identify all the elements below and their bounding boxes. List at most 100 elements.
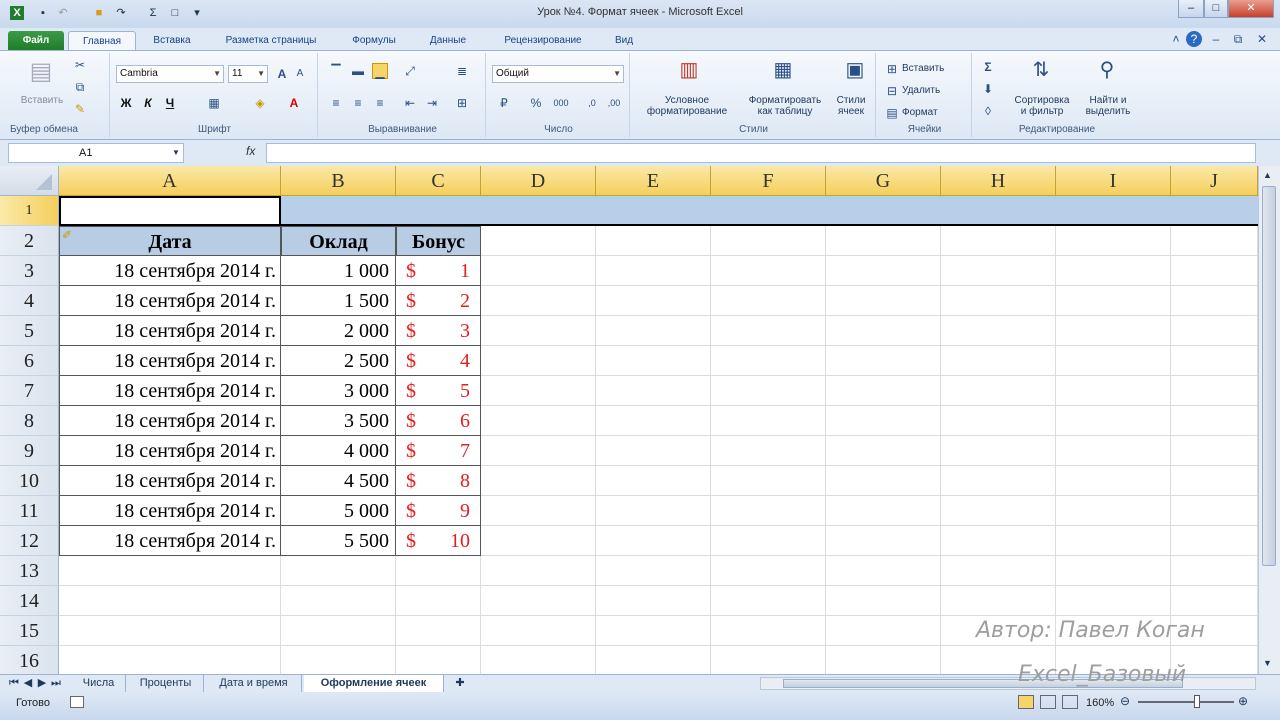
column-header-g[interactable]: G bbox=[826, 166, 941, 196]
row-header-9[interactable]: 9 bbox=[0, 436, 59, 466]
tab-page-layout[interactable]: Разметка страницы bbox=[210, 31, 332, 50]
prev-sheet-icon[interactable]: ◀ bbox=[22, 675, 34, 692]
cell-bonus[interactable]: $10 bbox=[396, 526, 481, 556]
format-cells-button[interactable]: Формат bbox=[902, 107, 938, 118]
currency-format-icon[interactable]: ₽ bbox=[496, 95, 512, 111]
column-header-i[interactable]: I bbox=[1056, 166, 1171, 196]
bold-button[interactable]: Ж bbox=[118, 95, 134, 111]
grow-font-icon[interactable]: A bbox=[274, 66, 290, 82]
column-header-e[interactable]: E bbox=[596, 166, 711, 196]
copy-icon[interactable]: ⧉ bbox=[72, 79, 88, 95]
row-header-2[interactable]: 2 bbox=[0, 226, 59, 256]
maximize-button[interactable]: □ bbox=[1204, 0, 1228, 18]
cut-icon[interactable]: ✂ bbox=[72, 57, 88, 73]
zoom-slider[interactable] bbox=[1138, 701, 1234, 703]
ribbon-collapse-icon[interactable]: ˄ bbox=[1168, 31, 1184, 47]
italic-button[interactable]: К bbox=[140, 95, 156, 111]
zoom-out-icon[interactable]: ⊖ bbox=[1120, 694, 1130, 708]
page-layout-view-icon[interactable] bbox=[1040, 695, 1056, 709]
page-break-view-icon[interactable] bbox=[1062, 695, 1078, 709]
conditional-formatting-button[interactable]: Условное форматирование bbox=[632, 95, 742, 117]
scroll-thumb[interactable] bbox=[1262, 186, 1276, 566]
thousands-button[interactable]: 000 bbox=[550, 95, 572, 111]
cell-styles-icon[interactable]: ▣ bbox=[842, 57, 868, 83]
cell-salary[interactable]: 4 500 bbox=[281, 466, 396, 496]
merge-center-icon[interactable]: ⊞ bbox=[454, 95, 470, 111]
row-header-16[interactable]: 16 bbox=[0, 646, 59, 674]
sort-filter-icon[interactable]: ⇅ bbox=[1028, 57, 1054, 83]
cell-salary[interactable]: 5 000 bbox=[281, 496, 396, 526]
sheet-tab-numbers[interactable]: Числа bbox=[72, 675, 126, 692]
worksheet-grid[interactable]: ABCDEFGHIJ 1 2 3 4 5 6 7 8 9 10 11 12 13 14 15 16 Дата О… bbox=[0, 166, 1258, 674]
sheet-tab-percents[interactable]: Проценты bbox=[128, 675, 204, 692]
align-bottom-icon[interactable]: ▁ bbox=[372, 63, 388, 79]
cell-date[interactable]: 18 сентября 2014 г. bbox=[59, 436, 281, 466]
row-header-7[interactable]: 7 bbox=[0, 376, 59, 406]
row-header-13[interactable]: 13 bbox=[0, 556, 59, 586]
sheet-tab-date-time[interactable]: Дата и время bbox=[206, 675, 302, 692]
insert-cells-button[interactable]: Вставить bbox=[902, 63, 944, 74]
autosum-icon[interactable]: Σ bbox=[980, 59, 996, 75]
increase-indent-icon[interactable]: ⇥ bbox=[424, 95, 440, 111]
cell-salary[interactable]: 2 500 bbox=[281, 346, 396, 376]
cell-bonus[interactable]: $3 bbox=[396, 316, 481, 346]
normal-view-icon[interactable] bbox=[1018, 695, 1034, 709]
font-name-combo[interactable]: Cambria ▼ bbox=[116, 65, 224, 83]
cell-bonus[interactable]: $6 bbox=[396, 406, 481, 436]
row-header-14[interactable]: 14 bbox=[0, 586, 59, 616]
align-middle-icon[interactable]: ▬ bbox=[350, 63, 366, 79]
tab-home[interactable]: Главная bbox=[68, 31, 136, 50]
close-button[interactable]: ✕ bbox=[1228, 0, 1274, 18]
name-box[interactable]: A1 bbox=[8, 143, 184, 163]
cell-styles-button[interactable]: Стили ячеек bbox=[828, 95, 874, 117]
cell-date[interactable]: 18 сентября 2014 г. bbox=[59, 346, 281, 376]
table-header-date[interactable]: Дата bbox=[59, 226, 281, 256]
scroll-down-icon[interactable]: ▼ bbox=[1263, 658, 1272, 668]
row-header-15[interactable]: 15 bbox=[0, 616, 59, 646]
cell-date[interactable]: 18 сентября 2014 г. bbox=[59, 286, 281, 316]
conditional-formatting-icon[interactable]: ▥ bbox=[676, 57, 702, 83]
window-restore-icon[interactable]: ⧉ bbox=[1230, 31, 1246, 47]
align-center-icon[interactable]: ≡ bbox=[350, 95, 366, 111]
number-format-combo[interactable]: Общий ▼ bbox=[492, 65, 624, 83]
cell-bonus[interactable]: $7 bbox=[396, 436, 481, 466]
window-close-icon[interactable]: ✕ bbox=[1254, 31, 1270, 47]
last-sheet-icon[interactable]: ⏭ bbox=[50, 675, 62, 692]
wrap-text-icon[interactable]: ≣ bbox=[454, 63, 470, 79]
column-header-b[interactable]: B bbox=[281, 166, 396, 196]
tab-formulas[interactable]: Формулы bbox=[342, 31, 406, 50]
paste-button[interactable]: Вставить bbox=[14, 95, 70, 106]
fill-icon[interactable]: ⬇ bbox=[980, 81, 996, 97]
table-header-salary[interactable]: Оклад bbox=[281, 226, 396, 256]
tab-data[interactable]: Данные bbox=[418, 31, 478, 50]
table-header-bonus[interactable]: Бонус bbox=[396, 226, 481, 256]
row-header-11[interactable]: 11 bbox=[0, 496, 59, 526]
cell-bonus[interactable]: $9 bbox=[396, 496, 481, 526]
percent-button[interactable]: % bbox=[528, 95, 544, 111]
window-minimize-icon[interactable]: – bbox=[1208, 31, 1224, 47]
zoom-in-icon[interactable]: ⊕ bbox=[1238, 694, 1248, 708]
name-box-dropdown-icon[interactable]: ▼ bbox=[172, 148, 180, 157]
align-top-icon[interactable]: ▔ bbox=[328, 63, 344, 79]
shrink-font-icon[interactable]: A bbox=[292, 66, 308, 82]
cell-date[interactable]: 18 сентября 2014 г. bbox=[59, 496, 281, 526]
scroll-up-icon[interactable]: ▲ bbox=[1263, 170, 1272, 180]
active-cell-a1[interactable] bbox=[59, 196, 281, 226]
fill-color-icon[interactable]: ◈ bbox=[252, 95, 268, 111]
vertical-scrollbar[interactable]: ▲ ▼ bbox=[1258, 166, 1280, 674]
cell-bonus[interactable]: $2 bbox=[396, 286, 481, 316]
row-header-6[interactable]: 6 bbox=[0, 346, 59, 376]
smart-tag-icon[interactable]: ✐ bbox=[62, 228, 72, 242]
zoom-slider-thumb[interactable] bbox=[1194, 695, 1200, 708]
minimize-button[interactable]: – bbox=[1178, 0, 1204, 18]
row-header-3[interactable]: 3 bbox=[0, 256, 59, 286]
next-sheet-icon[interactable]: ▶ bbox=[36, 675, 48, 692]
format-painter-icon[interactable]: ✎ bbox=[72, 101, 88, 117]
column-header-a[interactable]: A bbox=[59, 166, 281, 196]
zoom-level[interactable]: 160% bbox=[1086, 697, 1114, 709]
tab-review[interactable]: Рецензирование bbox=[490, 31, 596, 50]
cell-date[interactable]: 18 сентября 2014 г. bbox=[59, 526, 281, 556]
cell-date[interactable]: 18 сентября 2014 г. bbox=[59, 466, 281, 496]
formula-input[interactable] bbox=[266, 143, 1256, 163]
fx-button[interactable]: fx bbox=[246, 144, 255, 158]
